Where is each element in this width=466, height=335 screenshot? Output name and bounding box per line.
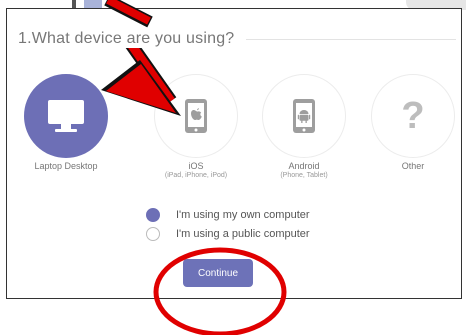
device-circle[interactable] xyxy=(24,74,108,158)
device-circle[interactable] xyxy=(154,74,238,158)
device-label: iOS xyxy=(188,161,204,171)
radio-public-computer[interactable]: I'm using a public computer xyxy=(146,225,310,243)
device-label: Other xyxy=(401,161,425,171)
device-options: Laptop Desktop iOS (iPad, iPhone, iPod) xyxy=(0,74,466,184)
device-label: Android xyxy=(288,161,320,171)
question-mark-icon: ? xyxy=(401,94,425,137)
device-option-laptop-desktop[interactable]: Laptop Desktop xyxy=(16,74,116,171)
device-option-android[interactable]: Android (Phone, Tablet) xyxy=(254,74,354,180)
device-option-ios[interactable]: iOS (iPad, iPhone, iPod) xyxy=(146,74,246,180)
radio-button[interactable] xyxy=(146,208,160,222)
device-sublabel: (iPad, iPhone, iPod) xyxy=(164,172,228,179)
device-circle[interactable]: ? xyxy=(371,74,455,158)
radio-label[interactable]: I'm using a public computer xyxy=(176,228,310,240)
apple-phone-icon xyxy=(185,99,207,133)
device-label: Laptop Desktop xyxy=(34,161,98,171)
android-phone-icon xyxy=(293,99,315,133)
radio-own-computer[interactable]: I'm using my own computer xyxy=(146,206,310,224)
background-strip-dark xyxy=(72,0,76,8)
question-title: 1.What device are you using? xyxy=(18,30,247,48)
monitor-icon xyxy=(48,100,84,132)
background-strip-blue xyxy=(84,0,102,8)
device-sublabel: (Phone, Tablet) xyxy=(280,172,328,179)
continue-button[interactable]: Continue xyxy=(183,259,253,287)
radio-button[interactable] xyxy=(146,227,160,241)
device-circle[interactable] xyxy=(262,74,346,158)
device-option-other[interactable]: ? Other xyxy=(363,74,463,171)
radio-label[interactable]: I'm using my own computer xyxy=(176,209,310,221)
